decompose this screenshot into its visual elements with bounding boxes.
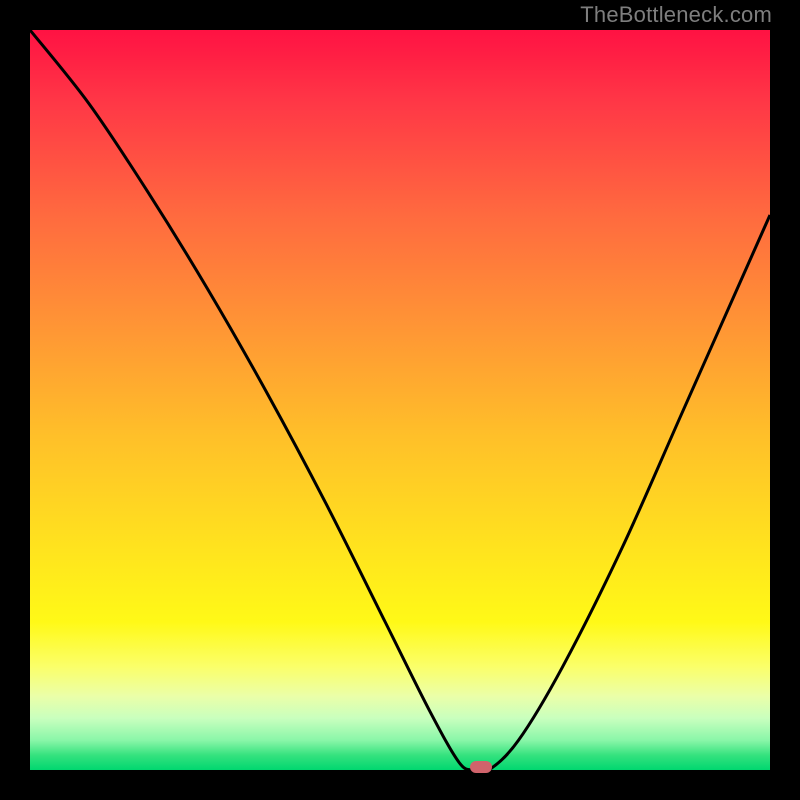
plot-area bbox=[30, 30, 770, 770]
watermark-text: TheBottleneck.com bbox=[580, 2, 772, 28]
bottleneck-curve bbox=[30, 30, 770, 770]
curve-svg bbox=[30, 30, 770, 770]
chart-frame: TheBottleneck.com bbox=[0, 0, 800, 800]
optimum-marker bbox=[470, 761, 492, 773]
